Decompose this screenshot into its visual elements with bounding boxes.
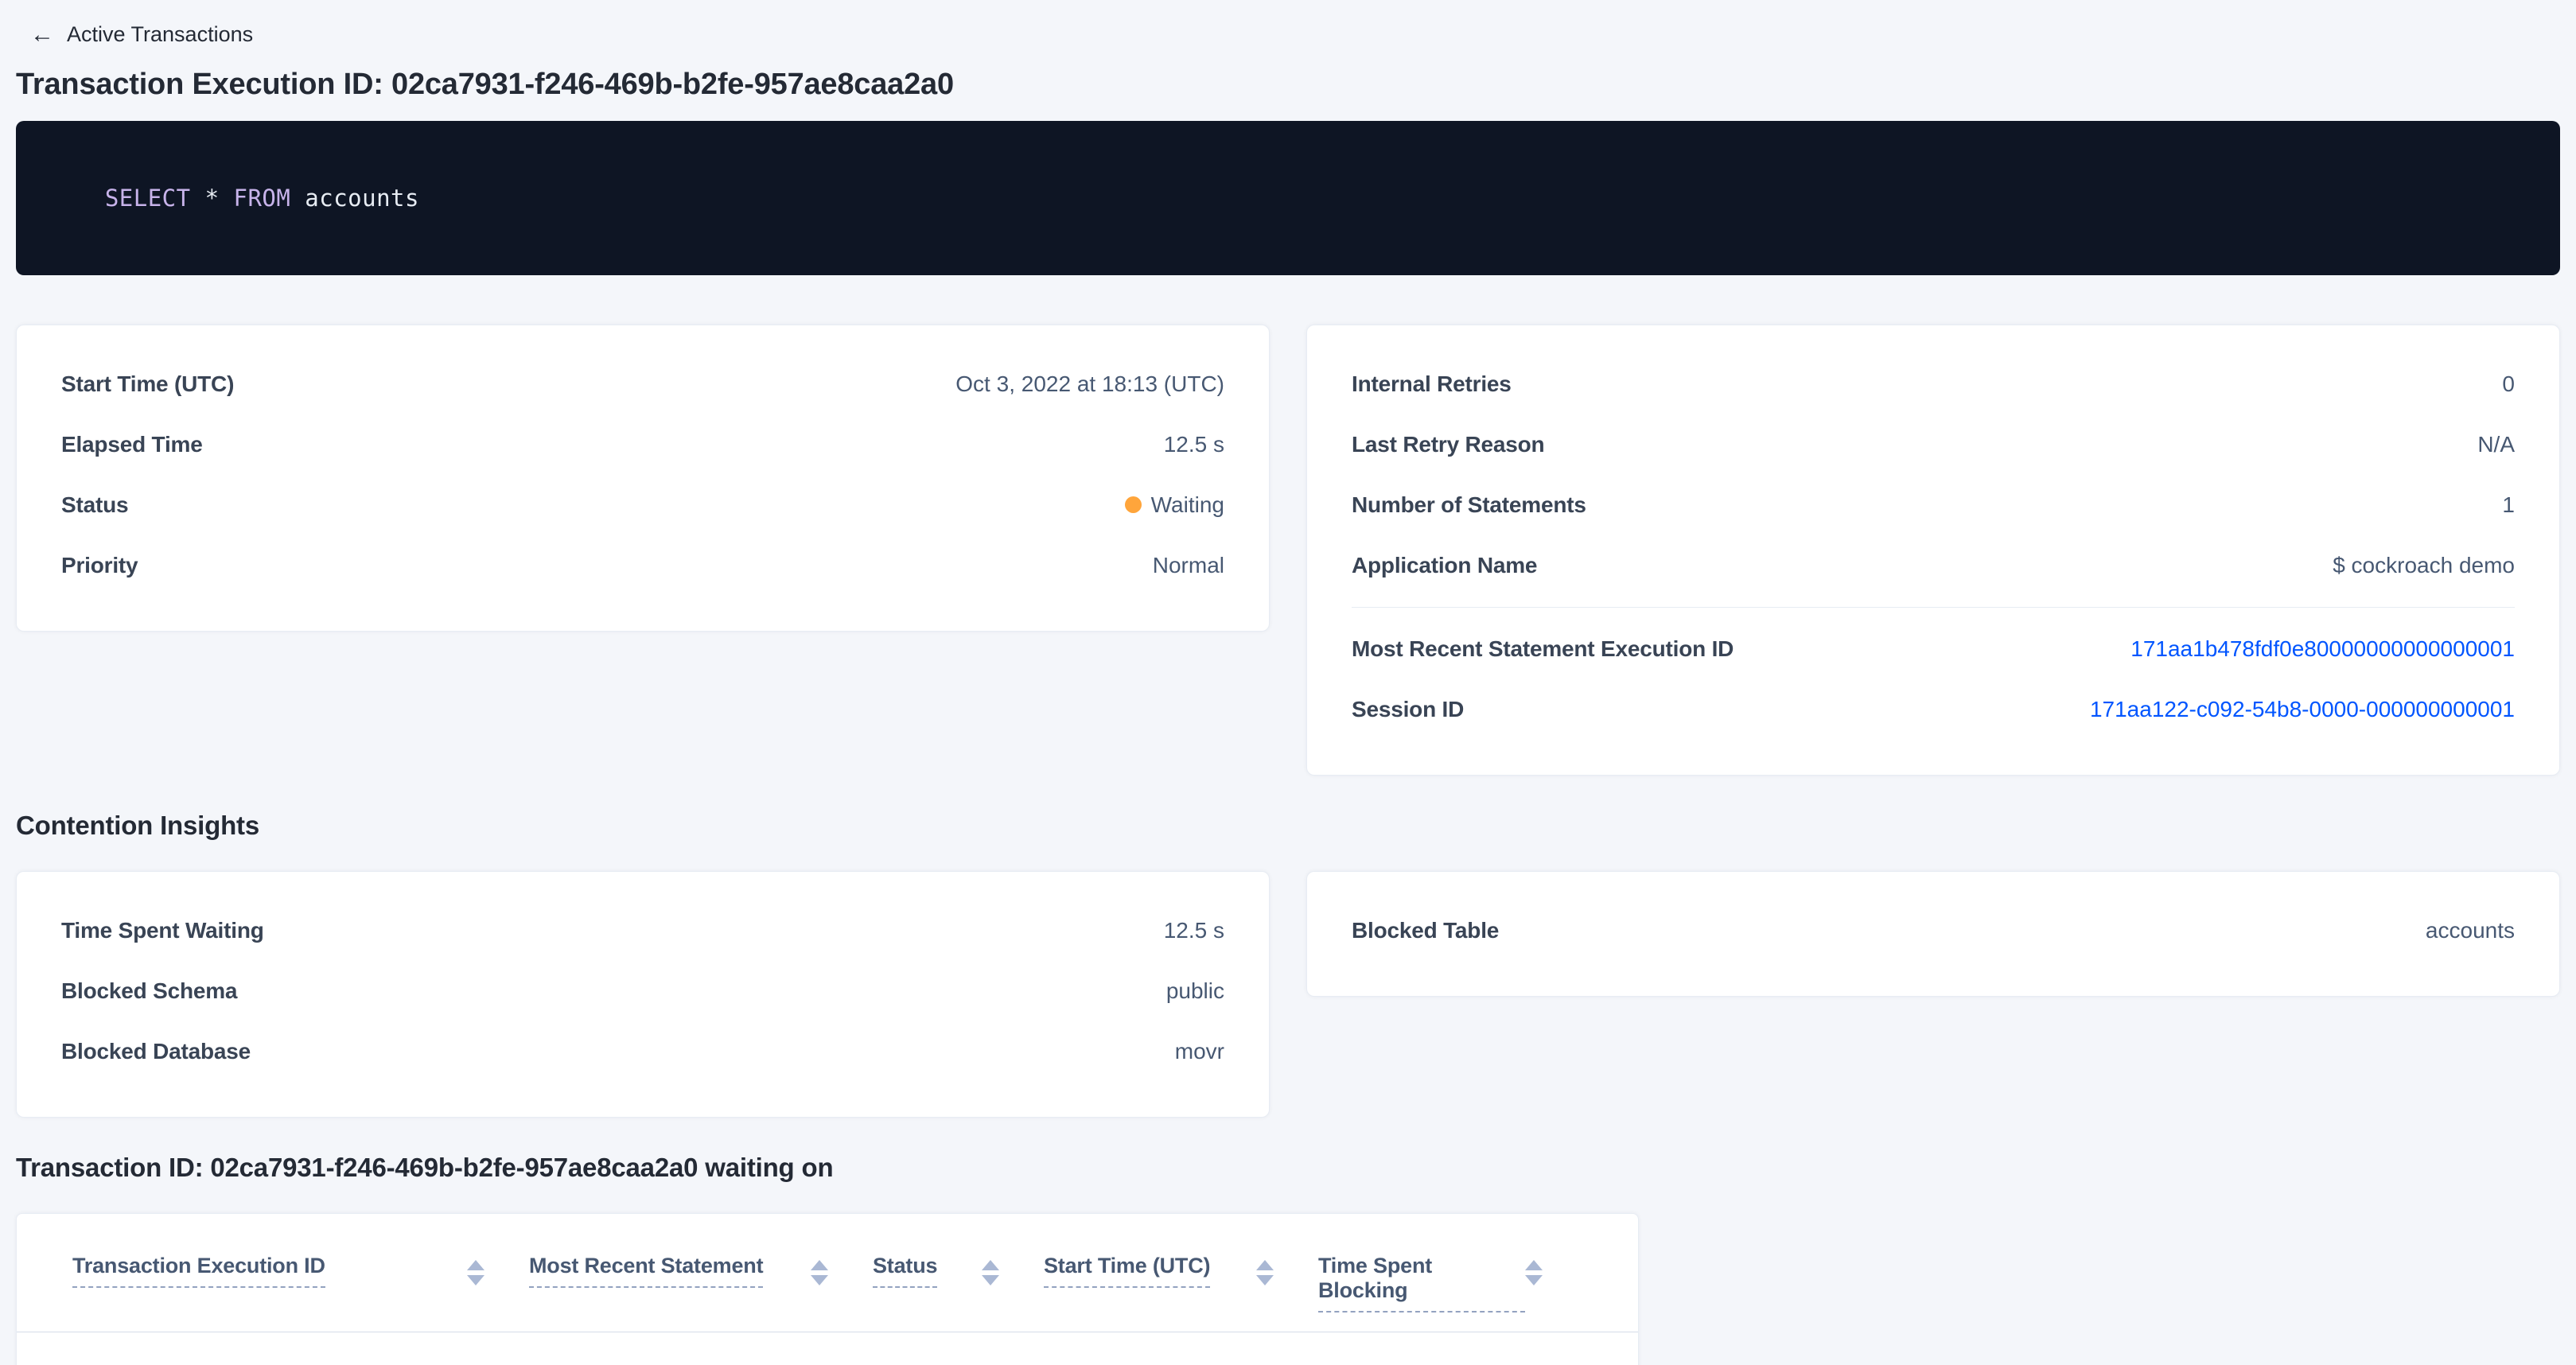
sql-keyword: SELECT xyxy=(105,185,191,212)
summary-row-last-retry-reason: Last Retry Reason N/A xyxy=(1352,414,2515,475)
row-label: Number of Statements xyxy=(1352,492,1586,518)
sql-statement-box: SELECT * FROM accounts xyxy=(16,121,2560,275)
contention-row-blocked-schema: Blocked Schema public xyxy=(61,961,1224,1021)
cell-time-spent-blocking: 12.5 s xyxy=(1318,1332,1587,1365)
column-label: Most Recent Statement xyxy=(529,1254,763,1288)
cell-start-time: Oct 03, 2022 at 18:12 xyxy=(1044,1332,1318,1365)
sql-text: accounts xyxy=(290,185,419,212)
back-to-active-transactions-link[interactable]: ← Active Transactions xyxy=(30,22,253,47)
row-label: Last Retry Reason xyxy=(1352,432,1544,457)
row-value: 12.5 s xyxy=(1164,432,1224,457)
sort-icon xyxy=(1525,1260,1543,1285)
summary-row-elapsed-time: Elapsed Time 12.5 s xyxy=(61,414,1224,475)
column-header-start-time[interactable]: Start Time (UTC) xyxy=(1044,1214,1318,1332)
cell-status: Executing xyxy=(873,1332,1044,1365)
row-label: Application Name xyxy=(1352,553,1537,578)
row-label: Start Time (UTC) xyxy=(61,371,234,397)
waiting-status-dot-icon xyxy=(1125,496,1142,513)
summary-row-statement-execution-id: Most Recent Statement Execution ID 171aa… xyxy=(1352,619,2515,679)
summary-row-application-name: Application Name $ cockroach demo xyxy=(1352,535,2515,596)
table-row: b8d7d03a-d497-446b-8474-e50846674768 SHO… xyxy=(17,1332,1638,1365)
column-label: Time Spent Blocking xyxy=(1318,1254,1525,1312)
transaction-summary-card: Start Time (UTC) Oct 3, 2022 at 18:13 (U… xyxy=(16,325,1270,632)
cell-transaction-execution-id: b8d7d03a-d497-446b-8474-e50846674768 xyxy=(72,1332,529,1365)
row-value: accounts xyxy=(2426,918,2515,943)
row-value: Normal xyxy=(1153,553,1224,578)
waiting-on-heading: Transaction ID: 02ca7931-f246-469b-b2fe-… xyxy=(16,1153,2560,1183)
sort-icon xyxy=(467,1260,484,1285)
row-label: Most Recent Statement Execution ID xyxy=(1352,636,1734,662)
row-value: 0 xyxy=(2502,371,2515,397)
contention-cards-row: Time Spent Waiting 12.5 s Blocked Schema… xyxy=(16,871,2560,1118)
column-label: Transaction Execution ID xyxy=(72,1254,325,1288)
contention-right-card: Blocked Table accounts xyxy=(1306,871,2560,997)
status-value: Waiting xyxy=(1125,492,1224,518)
column-header-status[interactable]: Status xyxy=(873,1214,1044,1332)
row-label: Session ID xyxy=(1352,697,1464,722)
sort-icon xyxy=(1256,1260,1274,1285)
card-divider xyxy=(1352,607,2515,608)
table-header-row: Transaction Execution ID Most Recent Sta… xyxy=(17,1214,1638,1332)
execution-summary-card: Internal Retries 0 Last Retry Reason N/A… xyxy=(1306,325,2560,776)
row-value: $ cockroach demo xyxy=(2333,553,2515,578)
column-header-time-spent-blocking[interactable]: Time Spent Blocking xyxy=(1318,1214,1587,1332)
back-arrow-icon: ← xyxy=(30,23,54,47)
contention-row-time-spent-waiting: Time Spent Waiting 12.5 s xyxy=(61,900,1224,961)
statement-execution-id-link[interactable]: 171aa1b478fdf0e80000000000000001 xyxy=(2130,636,2515,662)
session-id-link[interactable]: 171aa122-c092-54b8-0000-000000000001 xyxy=(2090,697,2515,722)
summary-row-status: Status Waiting xyxy=(61,475,1224,535)
row-label: Priority xyxy=(61,553,138,578)
summary-row-priority: Priority Normal xyxy=(61,535,1224,596)
cell-most-recent-statement: SHOW database xyxy=(529,1332,873,1365)
row-label: Blocked Database xyxy=(61,1039,251,1064)
row-value: N/A xyxy=(2477,432,2515,457)
transaction-details-page: ← Active Transactions Transaction Execut… xyxy=(0,0,2576,1365)
column-label: Start Time (UTC) xyxy=(1044,1254,1210,1288)
summary-row-start-time: Start Time (UTC) Oct 3, 2022 at 18:13 (U… xyxy=(61,354,1224,414)
back-link-label: Active Transactions xyxy=(67,22,253,47)
row-label: Blocked Table xyxy=(1352,918,1499,943)
contention-left-card: Time Spent Waiting 12.5 s Blocked Schema… xyxy=(16,871,1270,1118)
status-text: Waiting xyxy=(1151,492,1224,517)
row-label: Status xyxy=(61,492,128,518)
summary-row-number-of-statements: Number of Statements 1 xyxy=(1352,475,2515,535)
column-header-most-recent-statement[interactable]: Most Recent Statement xyxy=(529,1214,873,1332)
row-value: public xyxy=(1166,978,1224,1004)
row-label: Blocked Schema xyxy=(61,978,237,1004)
sql-text: * xyxy=(191,185,234,212)
row-value: movr xyxy=(1175,1039,1224,1064)
column-header-transaction-execution-id[interactable]: Transaction Execution ID xyxy=(72,1214,529,1332)
summary-cards-row: Start Time (UTC) Oct 3, 2022 at 18:13 (U… xyxy=(16,325,2560,776)
row-label: Elapsed Time xyxy=(61,432,203,457)
row-value: 1 xyxy=(2502,492,2515,518)
row-value: 12.5 s xyxy=(1164,918,1224,943)
contention-insights-heading: Contention Insights xyxy=(16,811,2560,841)
row-label: Internal Retries xyxy=(1352,371,1512,397)
sql-keyword: FROM xyxy=(234,185,291,212)
sort-icon xyxy=(982,1260,999,1285)
contention-row-blocked-database: Blocked Database movr xyxy=(61,1021,1224,1082)
page-title: Transaction Execution ID: 02ca7931-f246-… xyxy=(16,68,2560,102)
row-label: Time Spent Waiting xyxy=(61,918,264,943)
column-label: Status xyxy=(873,1254,937,1288)
summary-row-session-id: Session ID 171aa122-c092-54b8-0000-00000… xyxy=(1352,679,2515,740)
row-value: Oct 3, 2022 at 18:13 (UTC) xyxy=(955,371,1224,397)
contention-row-blocked-table: Blocked Table accounts xyxy=(1352,900,2515,961)
waiting-on-table: Transaction Execution ID Most Recent Sta… xyxy=(16,1213,1639,1365)
summary-row-internal-retries: Internal Retries 0 xyxy=(1352,354,2515,414)
sort-icon xyxy=(811,1260,828,1285)
